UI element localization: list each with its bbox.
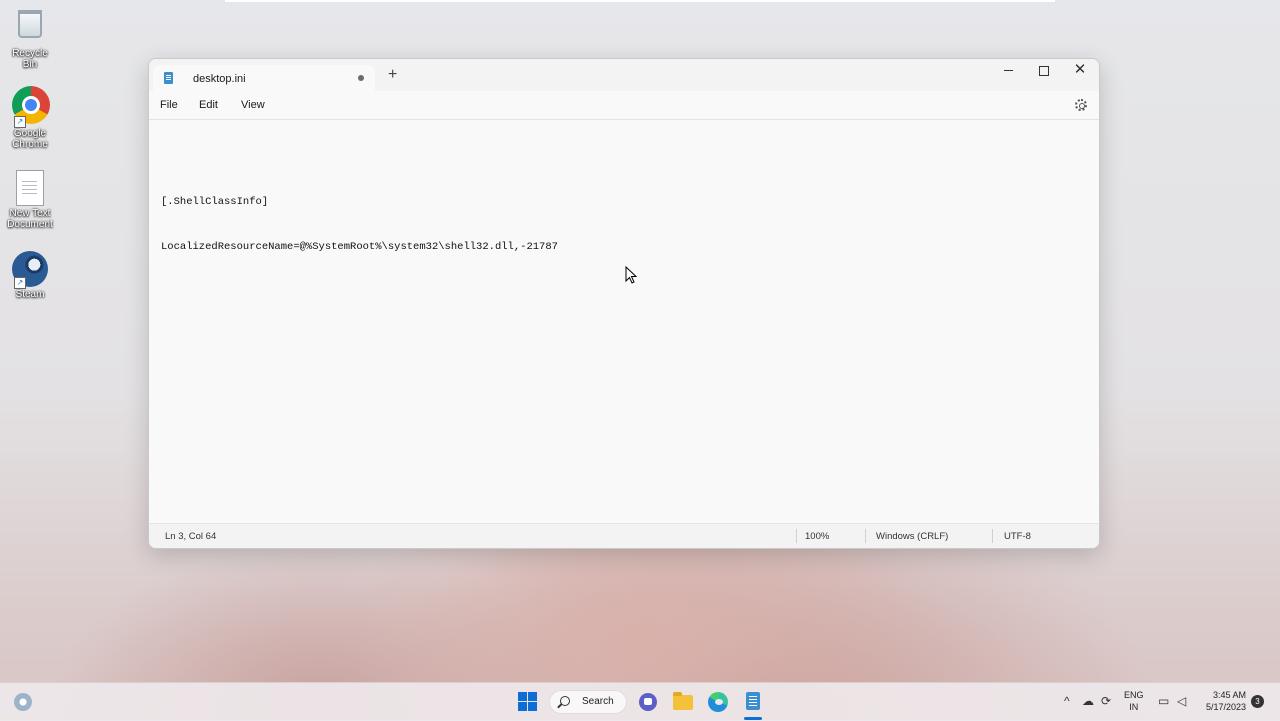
new-tab-button[interactable]: + <box>388 67 397 83</box>
menu-bar: File Edit View <box>149 93 1099 119</box>
maximize-button[interactable] <box>1026 59 1062 81</box>
menu-file[interactable]: File <box>160 99 178 111</box>
maximize-icon <box>1039 65 1049 76</box>
sync-icon[interactable]: ⟳ <box>1101 694 1111 708</box>
taskbar-search-box[interactable]: Search <box>549 690 627 714</box>
encoding[interactable]: UTF-8 <box>1004 531 1031 542</box>
chevron-up-icon[interactable]: ^ <box>1064 694 1070 708</box>
shortcut-arrow-icon: ↗ <box>14 277 26 289</box>
file-explorer-icon[interactable] <box>673 692 693 710</box>
menu-divider <box>149 119 1099 120</box>
notification-badge[interactable]: 3 <box>1251 695 1264 708</box>
editor-line-2: [.ShellClassInfo] <box>161 196 269 208</box>
edge-browser-icon[interactable] <box>708 692 728 712</box>
volume-icon[interactable]: ◁ <box>1177 694 1186 708</box>
status-divider <box>992 529 993 543</box>
desktop-icon-recycle-bin[interactable]: Recycle Bin <box>4 6 56 70</box>
top-edge-strip <box>225 0 1055 2</box>
clock-date: 5/17/2023 <box>1205 702 1246 712</box>
desktop-icon-google-chrome[interactable]: ↗ Google Chrome <box>4 86 56 150</box>
steam-icon: ↗ <box>12 251 48 289</box>
desktop-icon-label: Recycle Bin <box>12 48 48 70</box>
chrome-icon: ↗ <box>12 86 50 128</box>
line-ending[interactable]: Windows (CRLF) <box>876 531 948 542</box>
text-document-icon <box>12 170 48 206</box>
zoom-level[interactable]: 100% <box>805 531 829 542</box>
notepad-taskbar-icon[interactable] <box>746 692 760 710</box>
language-indicator[interactable]: ENG IN <box>1124 689 1144 713</box>
recycle-bin-icon <box>12 10 48 46</box>
text-editor[interactable]: [.ShellClassInfo] LocalizedResourceName=… <box>161 135 1087 518</box>
desktop-icon-steam[interactable]: ↗ Steam <box>4 251 56 300</box>
minimize-icon <box>1003 70 1013 72</box>
language-code: ENG <box>1124 690 1144 700</box>
teams-chat-icon[interactable] <box>639 693 657 711</box>
menu-edit[interactable]: Edit <box>199 99 218 111</box>
close-button[interactable]: ✕ <box>1062 59 1098 81</box>
taskbar: Search ^ ☁ ⟳ ENG IN ▭ ◁ 3:45 AM 5/17/202… <box>0 682 1280 721</box>
status-bar: Ln 3, Col 64 100% Windows (CRLF) UTF-8 <box>149 523 1099 548</box>
search-label: Search <box>582 696 614 707</box>
desktop-icon-label: Google Chrome <box>12 128 48 150</box>
desktop-icon-label: Steam <box>15 289 45 300</box>
title-bar[interactable]: desktop.ini + ✕ <box>149 59 1099 93</box>
status-divider <box>865 529 866 543</box>
weather-widget-icon[interactable] <box>14 693 32 711</box>
display-icon[interactable]: ▭ <box>1158 694 1169 708</box>
desktop-icon-label: New Text Document <box>7 208 53 230</box>
status-divider <box>796 529 797 543</box>
onedrive-cloud-icon[interactable]: ☁ <box>1082 694 1094 708</box>
minimize-button[interactable] <box>990 59 1026 81</box>
cursor-position: Ln 3, Col 64 <box>165 531 217 542</box>
desktop-icon-new-text-document[interactable]: New Text Document <box>4 170 56 230</box>
language-region: IN <box>1129 702 1139 712</box>
settings-gear-icon[interactable] <box>1075 99 1087 111</box>
tab-desktop-ini[interactable]: desktop.ini <box>153 65 375 93</box>
clock-time: 3:45 AM <box>1212 690 1246 700</box>
editor-line-3: LocalizedResourceName=@%SystemRoot%\syst… <box>161 241 558 253</box>
menu-view[interactable]: View <box>241 99 265 111</box>
notepad-icon <box>164 72 173 84</box>
notepad-window: desktop.ini + ✕ File Edit View [.ShellCl… <box>148 58 1100 549</box>
mouse-cursor-icon <box>625 265 638 284</box>
search-icon <box>560 696 570 706</box>
unsaved-indicator-icon[interactable] <box>358 75 364 81</box>
start-button-windows-icon[interactable] <box>518 692 537 711</box>
shortcut-arrow-icon: ↗ <box>14 116 26 128</box>
system-clock[interactable]: 3:45 AM 5/17/2023 <box>1200 689 1246 713</box>
tab-title: desktop.ini <box>193 73 246 85</box>
